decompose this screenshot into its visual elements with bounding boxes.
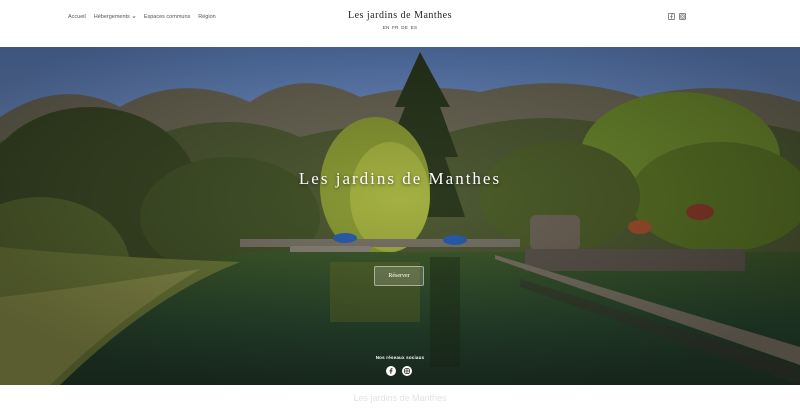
site-header: Accueil Hébergements Espaces communs Rég… [0,0,800,47]
lang-es[interactable]: ES [411,25,418,30]
header-social-links [668,13,686,20]
instagram-icon[interactable] [402,366,412,376]
lang-fr[interactable]: FR [392,25,399,30]
facebook-icon[interactable] [668,13,675,20]
reserve-button[interactable]: Réserver [374,266,424,286]
lang-de[interactable]: DE [401,25,408,30]
garden-pond-photo [0,47,800,385]
hero-social-links [386,366,412,376]
section-title: Les jardins de Manthes [353,393,447,403]
social-networks-label: Nos réseaux sociaux [375,355,425,360]
hero-banner: Les jardins de Manthes Réserver Nos rése… [0,47,800,385]
instagram-icon[interactable] [679,13,686,20]
language-switcher: EN FR DE ES [0,25,800,30]
facebook-icon[interactable] [386,366,396,376]
lang-en[interactable]: EN [383,25,390,30]
hero-title: Les jardins de Manthes [298,169,502,188]
